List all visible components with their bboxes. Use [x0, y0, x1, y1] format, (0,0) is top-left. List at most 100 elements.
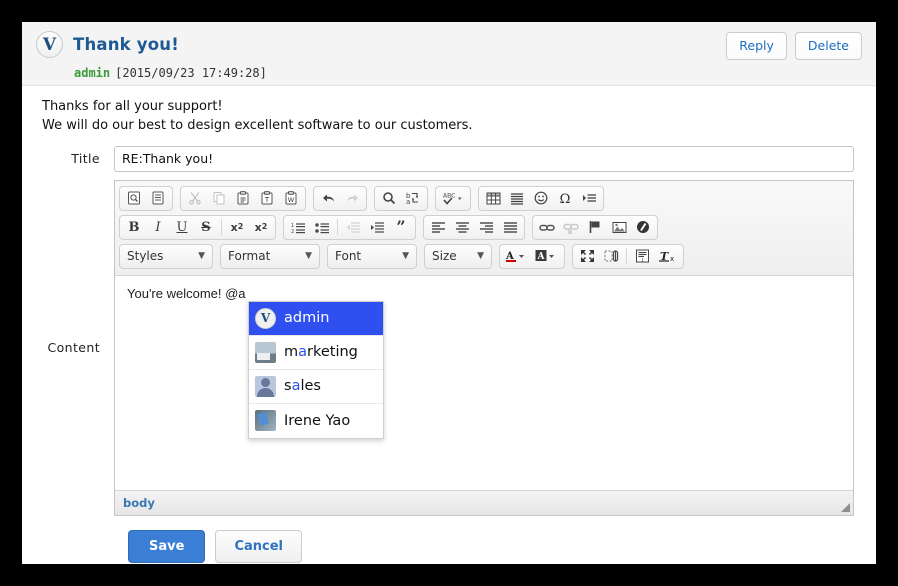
message-header: V Thank you! Reply Delete admin [2015/09/… — [22, 22, 876, 86]
message-body-line-2: We will do our best to design excellent … — [42, 117, 473, 133]
mention-option-marketing[interactable]: marketing — [249, 336, 383, 370]
justify-icon[interactable] — [498, 217, 522, 238]
styles-dropdown-label: Styles — [127, 249, 164, 264]
toolbar-group-colors: A A — [499, 243, 565, 269]
styles-dropdown[interactable]: Styles ▼ — [119, 243, 213, 269]
align-right-icon[interactable] — [474, 217, 498, 238]
rich-text-editor: T W b a ABC Ω B I U S x 2 x 2 1 2 ” Styl… — [114, 179, 854, 516]
anchor-icon[interactable] — [583, 217, 607, 238]
message-body: Thanks for all your support! We will do … — [22, 86, 876, 146]
flash-icon[interactable] — [631, 217, 655, 238]
paste-icon[interactable] — [231, 188, 255, 209]
sales-avatar-icon — [255, 375, 276, 397]
mention-option-irene-yao[interactable]: Irene Yao — [249, 404, 383, 438]
message-body-line-1: Thanks for all your support! — [42, 99, 223, 114]
smiley-icon[interactable] — [529, 188, 553, 209]
chevron-down-icon: ▼ — [198, 251, 205, 262]
editor-toolbar: T W b a ABC Ω B I U S x 2 x 2 1 2 ” Styl… — [115, 180, 853, 276]
svg-text:Ω: Ω — [560, 192, 571, 205]
mention-suffix-text: rketing — [307, 344, 358, 361]
title-input[interactable] — [114, 145, 854, 172]
mention-option-sales[interactable]: sales — [249, 370, 383, 404]
italic-icon[interactable]: I — [146, 217, 170, 238]
increase-indent-icon[interactable] — [365, 217, 389, 238]
svg-text:2: 2 — [291, 229, 294, 234]
toolbar-group-insert: Ω — [478, 185, 604, 211]
preview-icon[interactable] — [122, 188, 146, 209]
size-dropdown-label: Size — [432, 249, 457, 264]
mention-autocomplete-dropdown: V admin marketing sales Irene Yao — [248, 300, 384, 439]
svg-text:x: x — [670, 255, 674, 263]
bold-icon[interactable]: B — [122, 217, 146, 238]
numbered-list-icon[interactable]: 12 — [286, 217, 310, 238]
underline-icon[interactable]: U — [170, 217, 194, 238]
editor-content-area[interactable]: You're welcome! @a V admin marketing sal… — [115, 275, 853, 490]
mention-match-text: a — [298, 344, 308, 361]
superscript-icon[interactable]: x2 — [249, 217, 273, 238]
font-dropdown[interactable]: Font ▼ — [327, 243, 417, 269]
decrease-indent-icon — [341, 217, 365, 238]
mention-option-label: Irene Yao — [284, 413, 350, 429]
templates-icon[interactable] — [146, 188, 170, 209]
mention-suffix-text: les — [300, 378, 321, 395]
user-avatar-icon: V — [36, 31, 63, 58]
mention-suffix-text: dmin — [292, 310, 330, 327]
toolbar-group-clipboard: T W — [180, 185, 306, 211]
save-button[interactable]: Save — [128, 529, 206, 563]
resize-handle-icon[interactable] — [841, 502, 850, 512]
toolbar-group-links — [532, 214, 658, 240]
page-break-icon[interactable] — [577, 188, 601, 209]
copy-icon — [207, 188, 231, 209]
svg-text:A: A — [537, 252, 546, 262]
blockquote-icon[interactable]: ” — [389, 217, 413, 238]
chevron-down-icon: ▼ — [402, 251, 409, 262]
mention-match-text: a — [284, 310, 293, 327]
align-center-icon[interactable] — [450, 217, 474, 238]
text-color-icon[interactable]: A — [502, 246, 532, 267]
mention-match-text: a — [332, 412, 342, 429]
paragraph-format-icon[interactable]: I — [630, 246, 654, 267]
format-dropdown-label: Format — [228, 249, 271, 264]
background-color-icon[interactable]: A — [532, 246, 562, 267]
svg-text:I: I — [641, 258, 643, 264]
irene-avatar-icon — [255, 410, 276, 432]
subscript-icon[interactable]: x2 — [225, 217, 249, 238]
special-character-icon[interactable]: Ω — [553, 188, 577, 209]
redo-icon — [340, 188, 364, 209]
find-icon[interactable] — [377, 188, 401, 209]
paste-word-icon[interactable]: W — [279, 188, 303, 209]
mention-option-admin[interactable]: V admin — [249, 301, 383, 336]
delete-button[interactable]: Delete — [794, 32, 862, 60]
mention-option-label: sales — [284, 378, 321, 394]
toolbar-group-document — [119, 185, 173, 211]
link-icon[interactable] — [535, 217, 559, 238]
table-icon[interactable] — [481, 188, 505, 209]
strikethrough-icon[interactable]: S — [194, 217, 218, 238]
toolbar-group-find: ba — [374, 185, 428, 211]
size-dropdown[interactable]: Size ▼ — [424, 243, 492, 269]
undo-icon[interactable] — [316, 188, 340, 209]
admin-avatar-icon: V — [255, 307, 276, 329]
toolbar-group-basic-styles: B I U S x2 x2 — [119, 214, 276, 240]
bulleted-list-icon[interactable] — [310, 217, 334, 238]
remove-format-icon[interactable]: Tx — [654, 246, 681, 267]
show-blocks-icon[interactable] — [599, 246, 623, 267]
reply-button[interactable]: Reply — [726, 32, 787, 60]
editor-text: You're welcome! @a — [127, 285, 246, 301]
content-label: Content — [47, 340, 100, 356]
toolbar-row-2: B I U S x2 x2 12 ” — [119, 213, 849, 242]
svg-text:a: a — [406, 198, 410, 205]
element-path[interactable]: body — [123, 496, 155, 510]
format-dropdown[interactable]: Format ▼ — [220, 243, 320, 269]
spellcheck-icon[interactable]: ABC — [438, 188, 468, 209]
cancel-button[interactable]: Cancel — [215, 529, 302, 563]
mention-prefix-text: Irene Y — [284, 412, 333, 429]
maximize-icon[interactable] — [575, 246, 599, 267]
mention-option-label: admin — [284, 310, 329, 326]
paste-text-icon[interactable]: T — [255, 188, 279, 209]
replace-icon[interactable]: ba — [401, 188, 425, 209]
align-left-icon[interactable] — [426, 217, 450, 238]
horizontal-rule-icon[interactable] — [505, 188, 529, 209]
toolbar-group-tools: I Tx — [572, 243, 684, 269]
image-icon[interactable] — [607, 217, 631, 238]
